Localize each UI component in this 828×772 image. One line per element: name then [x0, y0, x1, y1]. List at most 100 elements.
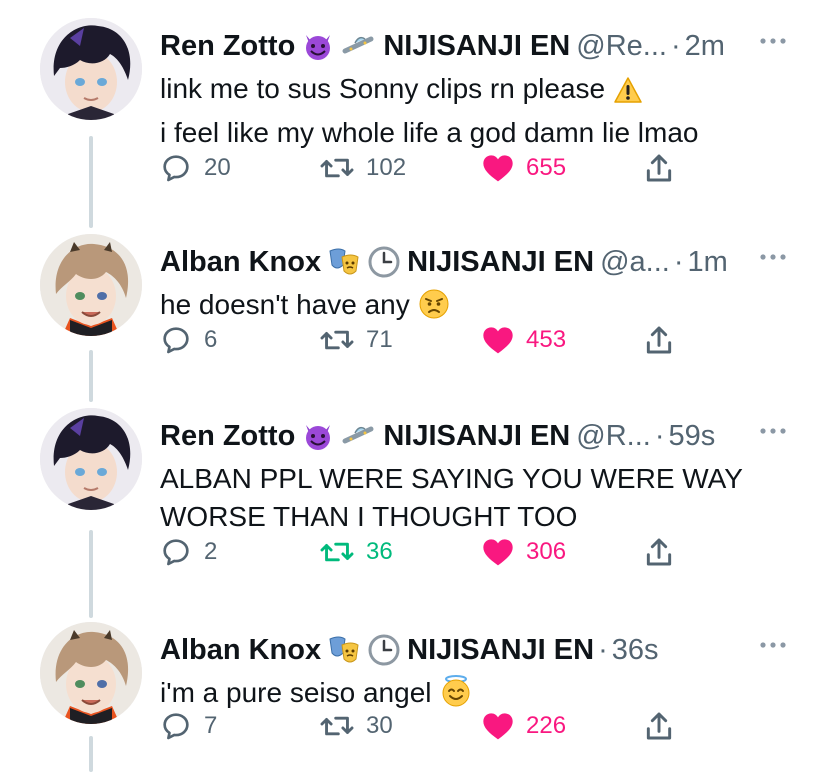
ufo-icon	[341, 31, 377, 61]
retweet-count: 30	[366, 712, 393, 739]
tweet-header: Alban Knox NIJISANJI EN @a... · 1m	[160, 242, 780, 282]
org-name: NIJISANJI EN	[407, 633, 595, 666]
separator: ·	[670, 29, 681, 62]
retweet-icon	[320, 542, 354, 562]
reply-button[interactable]: 7	[160, 708, 217, 744]
tweet-actions: 2 36 306	[160, 534, 788, 570]
tweet-text-line: he doesn't have any	[160, 289, 410, 320]
more-options-icon[interactable]	[758, 252, 788, 262]
org-name: NIJISANJI EN	[407, 245, 595, 278]
reply-count: 7	[204, 712, 218, 739]
separator: ·	[654, 419, 665, 452]
reply-icon	[163, 713, 189, 740]
org-name: NIJISANJI EN	[383, 29, 571, 62]
display-name[interactable]: Ren Zotto	[160, 30, 295, 63]
retweet-icon	[320, 716, 354, 736]
clock-icon	[367, 633, 401, 667]
reply-count: 6	[204, 326, 218, 353]
like-button[interactable]: 655	[482, 150, 566, 186]
share-icon	[646, 154, 672, 182]
reply-count: 2	[204, 538, 218, 565]
display-name[interactable]: Alban Knox	[160, 246, 321, 279]
user-handle[interactable]: @R...	[576, 420, 651, 453]
reply-button[interactable]: 20	[160, 150, 231, 186]
tweet-actions: 6 71 453	[160, 322, 788, 358]
thread-line	[89, 736, 93, 772]
retweet-button[interactable]: 30	[320, 708, 393, 744]
timestamp[interactable]: 59s	[669, 420, 716, 453]
display-name[interactable]: Ren Zotto	[160, 420, 295, 453]
share-button[interactable]	[644, 708, 686, 744]
reply-icon	[163, 539, 189, 566]
tweet-actions: 7 30 226	[160, 708, 788, 744]
tweet-header: Alban Knox NIJISANJI EN · 36s	[160, 630, 780, 670]
share-icon	[646, 538, 672, 566]
warning-icon	[613, 76, 643, 114]
reply-button[interactable]: 2	[160, 534, 217, 570]
share-button[interactable]	[644, 150, 686, 186]
timestamp[interactable]: 36s	[612, 634, 659, 667]
share-icon	[646, 712, 672, 740]
tweet-text-line: link me to sus Sonny clips rn please	[160, 73, 606, 104]
thread: Ren Zotto NIJISANJI EN @Re... · 2m link …	[0, 0, 828, 772]
like-count: 226	[526, 712, 567, 739]
like-count: 453	[526, 326, 567, 353]
more-options-icon[interactable]	[758, 426, 788, 436]
retweet-count: 71	[366, 326, 393, 353]
smiling-devil-icon	[301, 29, 335, 63]
user-handle[interactable]: @Re...	[576, 30, 667, 63]
tweet-text: link me to sus Sonny clips rn please i f…	[160, 70, 788, 152]
retweet-icon	[320, 330, 354, 350]
tweet-text: ALBAN PPL WERE SAYING YOU WERE WAY WORSE…	[160, 460, 788, 536]
clock-icon	[367, 245, 401, 279]
avatar-ren-zotto[interactable]	[40, 18, 142, 120]
separator: ·	[598, 633, 608, 666]
tweet-text-line: i'm a pure seiso angel	[160, 677, 432, 708]
heart-filled-icon	[483, 327, 513, 354]
share-icon	[646, 326, 672, 354]
share-button[interactable]	[644, 534, 686, 570]
retweet-button[interactable]: 71	[320, 322, 393, 358]
org-name: NIJISANJI EN	[383, 419, 571, 452]
reply-button[interactable]: 6	[160, 322, 217, 358]
reply-count: 20	[204, 154, 231, 181]
like-button[interactable]: 306	[482, 534, 566, 570]
performing-arts-icon	[327, 245, 361, 279]
smiling-devil-icon	[301, 419, 335, 453]
like-count: 655	[526, 154, 567, 181]
user-handle[interactable]: @a...	[600, 246, 670, 279]
thread-line	[89, 136, 93, 228]
separator: ·	[673, 245, 684, 278]
reply-icon	[163, 327, 189, 354]
avatar-ren-zotto[interactable]	[40, 408, 142, 510]
heart-filled-icon	[483, 155, 513, 182]
reply-icon	[163, 155, 189, 182]
performing-arts-icon	[327, 633, 361, 667]
avatar-alban-knox[interactable]	[40, 234, 142, 336]
ufo-icon	[341, 421, 377, 451]
tweet-text-line: i feel like my whole life a god damn lie…	[160, 117, 699, 148]
more-options-icon[interactable]	[758, 640, 788, 650]
retweet-button[interactable]: 102	[320, 150, 406, 186]
like-button[interactable]: 226	[482, 708, 566, 744]
retweet-count: 102	[366, 154, 407, 181]
thread-line	[89, 530, 93, 618]
avatar-alban-knox[interactable]	[40, 622, 142, 724]
timestamp[interactable]: 1m	[688, 246, 728, 279]
tweet-header: Ren Zotto NIJISANJI EN @R... · 59s	[160, 416, 780, 456]
tweet-text-line: ALBAN PPL WERE SAYING YOU WERE WAY	[160, 463, 743, 494]
heart-filled-icon	[483, 539, 513, 566]
heart-filled-icon	[483, 713, 513, 740]
like-button[interactable]: 453	[482, 322, 566, 358]
retweet-icon	[320, 158, 354, 178]
thread-line	[89, 350, 93, 402]
tweet-text-line: WORSE THAN I THOUGHT TOO	[160, 501, 578, 532]
timestamp[interactable]: 2m	[685, 30, 725, 63]
more-options-icon[interactable]	[758, 36, 788, 46]
retweet-button[interactable]: 36	[320, 534, 393, 570]
share-button[interactable]	[644, 322, 686, 358]
like-count: 306	[526, 538, 567, 565]
retweet-count: 36	[366, 538, 393, 565]
tweet-header: Ren Zotto NIJISANJI EN @Re... · 2m	[160, 26, 780, 66]
display-name[interactable]: Alban Knox	[160, 634, 321, 667]
